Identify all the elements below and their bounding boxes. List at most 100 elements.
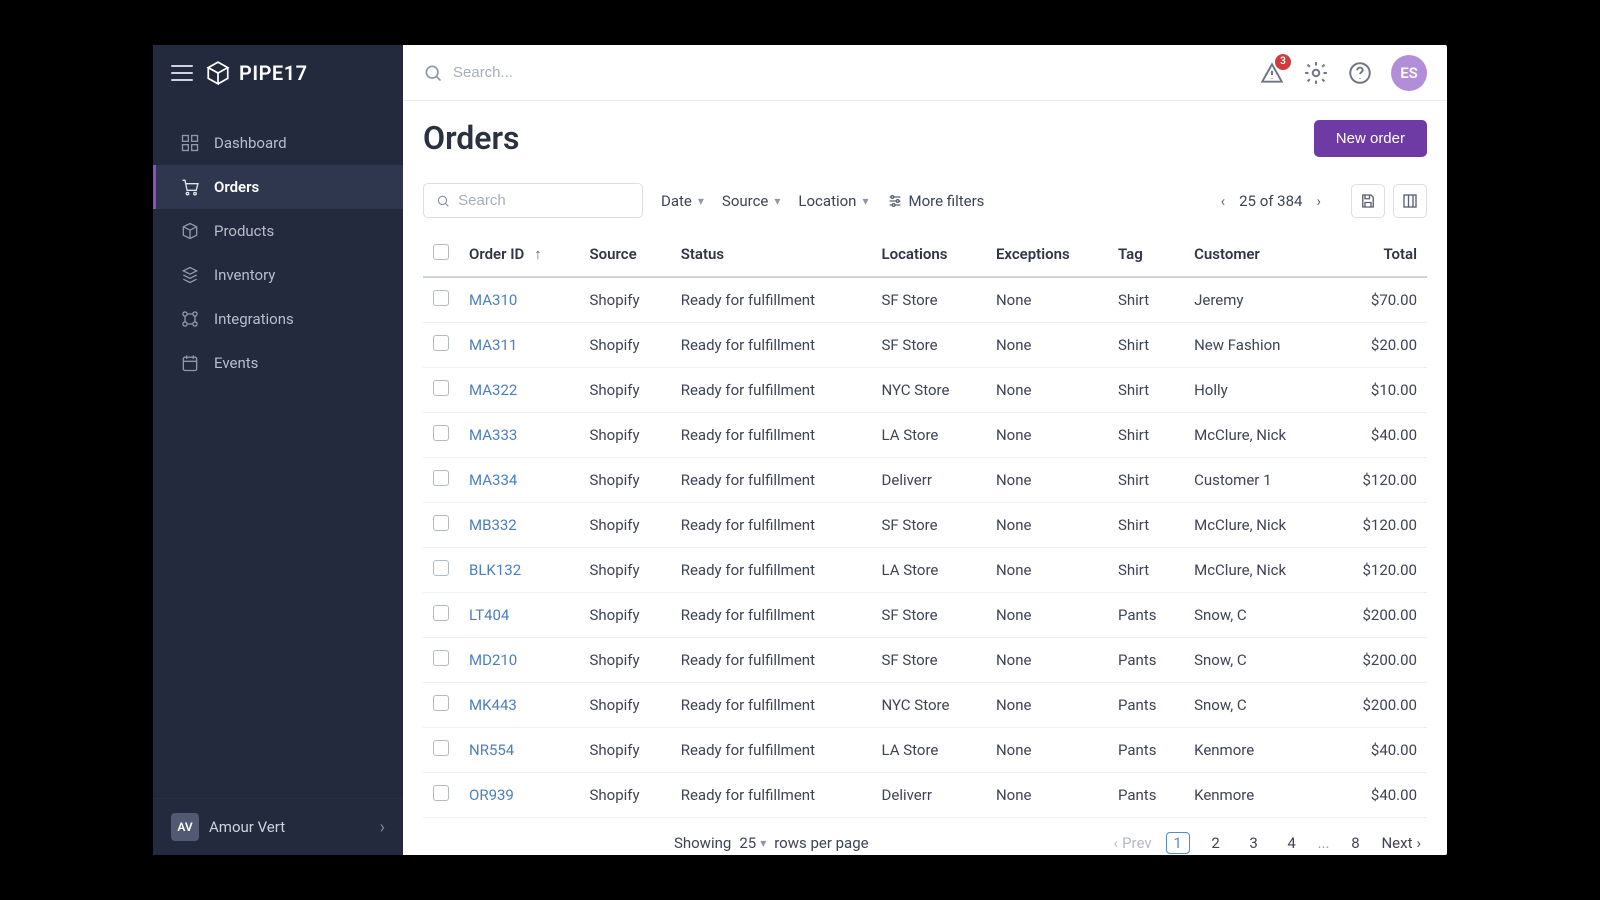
cell-exceptions: None bbox=[986, 548, 1108, 593]
filter-label: Date bbox=[661, 192, 692, 210]
sidebar-item-products[interactable]: Products bbox=[153, 209, 403, 253]
col-order-id[interactable]: Order ID ↑ bbox=[459, 232, 579, 277]
cell-tag: Pants bbox=[1108, 638, 1184, 683]
row-checkbox[interactable] bbox=[433, 560, 449, 576]
order-id-link[interactable]: MA334 bbox=[469, 471, 517, 489]
page-number[interactable]: 1 bbox=[1166, 832, 1190, 854]
col-total[interactable]: Total bbox=[1330, 232, 1427, 277]
sidebar-item-dashboard[interactable]: Dashboard bbox=[153, 121, 403, 165]
help-icon[interactable] bbox=[1347, 60, 1373, 86]
filter-date[interactable]: Date ▾ bbox=[661, 192, 704, 210]
row-checkbox[interactable] bbox=[433, 515, 449, 531]
order-id-link[interactable]: MA310 bbox=[469, 291, 517, 309]
page-number[interactable]: 2 bbox=[1204, 834, 1228, 852]
cell-status: Ready for fulfillment bbox=[671, 683, 872, 728]
cell-source: Shopify bbox=[579, 368, 670, 413]
order-id-link[interactable]: BLK132 bbox=[469, 561, 521, 579]
col-exceptions[interactable]: Exceptions bbox=[986, 232, 1108, 277]
order-id-link[interactable]: MA322 bbox=[469, 381, 517, 399]
cell-location: NYC Store bbox=[872, 368, 986, 413]
order-id-link[interactable]: OR939 bbox=[469, 786, 514, 804]
page-number[interactable]: 3 bbox=[1242, 834, 1266, 852]
prev-button[interactable]: ‹ Prev bbox=[1114, 834, 1152, 852]
avatar[interactable]: ES bbox=[1391, 55, 1427, 91]
row-checkbox[interactable] bbox=[433, 605, 449, 621]
prev-page-arrow[interactable]: ‹ bbox=[1217, 188, 1230, 214]
order-id-link[interactable]: LT404 bbox=[469, 606, 509, 624]
columns-view-button[interactable] bbox=[1393, 184, 1427, 218]
table-row[interactable]: MA333 Shopify Ready for fulfillment LA S… bbox=[423, 413, 1427, 458]
table-row[interactable]: NR554 Shopify Ready for fulfillment LA S… bbox=[423, 728, 1427, 773]
filter-source[interactable]: Source ▾ bbox=[722, 192, 781, 210]
table-row[interactable]: MA311 Shopify Ready for fulfillment SF S… bbox=[423, 323, 1427, 368]
order-id-link[interactable]: MK443 bbox=[469, 696, 517, 714]
table-row[interactable]: BLK132 Shopify Ready for fulfillment LA … bbox=[423, 548, 1427, 593]
dashboard-icon bbox=[180, 133, 200, 153]
app-root: PIPE17 Dashboard Orders Products Invento… bbox=[153, 45, 1447, 855]
col-status[interactable]: Status bbox=[671, 232, 872, 277]
table-search-input[interactable] bbox=[458, 192, 630, 209]
order-id-link[interactable]: MA311 bbox=[469, 336, 517, 354]
global-search-input[interactable] bbox=[453, 64, 753, 81]
global-search[interactable] bbox=[423, 63, 1247, 83]
col-locations[interactable]: Locations bbox=[872, 232, 986, 277]
save-view-button[interactable] bbox=[1351, 184, 1385, 218]
sidebar-item-events[interactable]: Events bbox=[153, 341, 403, 385]
save-icon bbox=[1359, 192, 1377, 210]
order-id-link[interactable]: MB332 bbox=[469, 516, 517, 534]
next-page-arrow[interactable]: › bbox=[1312, 188, 1325, 214]
row-checkbox[interactable] bbox=[433, 425, 449, 441]
cell-customer: Snow, C bbox=[1184, 593, 1330, 638]
sidebar-item-orders[interactable]: Orders bbox=[153, 165, 403, 209]
sidebar-item-integrations[interactable]: Integrations bbox=[153, 297, 403, 341]
col-tag[interactable]: Tag bbox=[1108, 232, 1184, 277]
table-row[interactable]: MA322 Shopify Ready for fulfillment NYC … bbox=[423, 368, 1427, 413]
filter-location[interactable]: Location ▾ bbox=[798, 192, 868, 210]
sort-asc-icon: ↑ bbox=[534, 245, 542, 263]
cell-exceptions: None bbox=[986, 728, 1108, 773]
col-customer[interactable]: Customer bbox=[1184, 232, 1330, 277]
row-checkbox[interactable] bbox=[433, 380, 449, 396]
table-search[interactable] bbox=[423, 183, 643, 218]
sidebar-item-inventory[interactable]: Inventory bbox=[153, 253, 403, 297]
table-row[interactable]: LT404 Shopify Ready for fulfillment SF S… bbox=[423, 593, 1427, 638]
table-row[interactable]: MA334 Shopify Ready for fulfillment Deli… bbox=[423, 458, 1427, 503]
alerts-icon[interactable]: 3 bbox=[1259, 60, 1285, 86]
next-button[interactable]: Next › bbox=[1381, 834, 1421, 852]
order-id-link[interactable]: MA333 bbox=[469, 426, 517, 444]
row-checkbox[interactable] bbox=[433, 290, 449, 306]
select-all-checkbox[interactable] bbox=[433, 244, 449, 260]
row-checkbox[interactable] bbox=[433, 470, 449, 486]
brand[interactable]: PIPE17 bbox=[205, 60, 308, 86]
cell-location: LA Store bbox=[872, 413, 986, 458]
chevron-down-icon: ▾ bbox=[698, 194, 704, 208]
cell-location: LA Store bbox=[872, 728, 986, 773]
table-row[interactable]: OR939 Shopify Ready for fulfillment Deli… bbox=[423, 773, 1427, 818]
row-checkbox[interactable] bbox=[433, 785, 449, 801]
col-source[interactable]: Source bbox=[579, 232, 670, 277]
filter-more[interactable]: More filters bbox=[887, 192, 985, 210]
page-number[interactable]: 8 bbox=[1343, 834, 1367, 852]
table-row[interactable]: MA310 Shopify Ready for fulfillment SF S… bbox=[423, 277, 1427, 323]
order-id-link[interactable]: NR554 bbox=[469, 741, 514, 759]
table-row[interactable]: MD210 Shopify Ready for fulfillment SF S… bbox=[423, 638, 1427, 683]
row-checkbox[interactable] bbox=[433, 650, 449, 666]
cell-location: SF Store bbox=[872, 638, 986, 683]
order-id-link[interactable]: MD210 bbox=[469, 651, 517, 669]
row-checkbox[interactable] bbox=[433, 335, 449, 351]
cell-exceptions: None bbox=[986, 638, 1108, 683]
rows-per-select[interactable]: 25 ▾ bbox=[739, 834, 766, 852]
cell-location: SF Store bbox=[872, 277, 986, 323]
row-checkbox[interactable] bbox=[433, 695, 449, 711]
settings-icon[interactable] bbox=[1303, 60, 1329, 86]
row-checkbox[interactable] bbox=[433, 740, 449, 756]
table-row[interactable]: MK443 Shopify Ready for fulfillment NYC … bbox=[423, 683, 1427, 728]
sidebar-account[interactable]: AV Amour Vert › bbox=[153, 798, 403, 855]
menu-icon[interactable] bbox=[171, 65, 193, 81]
table-row[interactable]: MB332 Shopify Ready for fulfillment SF S… bbox=[423, 503, 1427, 548]
page-number[interactable]: 4 bbox=[1280, 834, 1304, 852]
alerts-badge: 3 bbox=[1275, 54, 1291, 70]
sidebar-item-label: Products bbox=[214, 222, 274, 240]
new-order-button[interactable]: New order bbox=[1314, 120, 1427, 157]
search-icon bbox=[436, 193, 450, 209]
